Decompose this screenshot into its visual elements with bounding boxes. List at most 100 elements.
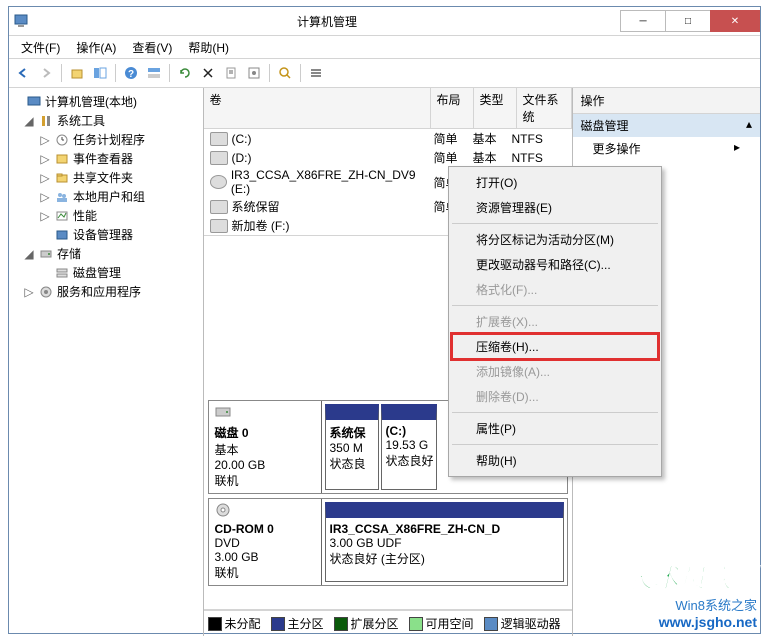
cdrom-size: 3.00 GB bbox=[215, 550, 315, 564]
help-button[interactable]: ? bbox=[121, 63, 141, 83]
tree-eventvwr[interactable]: 事件查看器 bbox=[73, 150, 133, 167]
legend-logical-icon bbox=[484, 617, 498, 631]
tree-devmgr[interactable]: 设备管理器 bbox=[73, 226, 133, 243]
forward-button[interactable] bbox=[36, 63, 56, 83]
users-icon bbox=[54, 189, 70, 205]
refresh-button[interactable] bbox=[175, 63, 195, 83]
menu-action[interactable]: 操作(A) bbox=[68, 37, 124, 58]
tree-root[interactable]: 计算机管理(本地) bbox=[45, 93, 137, 110]
col-volume[interactable]: 卷 bbox=[204, 88, 431, 128]
ctx-help[interactable]: 帮助(H) bbox=[452, 448, 658, 473]
titlebar[interactable]: 计算机管理 ─ □ ✕ bbox=[9, 7, 760, 36]
scan-button[interactable] bbox=[275, 63, 295, 83]
ctx-delvol: 删除卷(D)... bbox=[452, 384, 658, 409]
col-fs[interactable]: 文件系统 bbox=[517, 88, 572, 128]
svg-text:?: ? bbox=[128, 69, 134, 80]
expand-icon[interactable]: ▷ bbox=[39, 209, 51, 223]
disk-icon bbox=[215, 405, 315, 422]
ctx-explorer[interactable]: 资源管理器(E) bbox=[452, 195, 658, 220]
ctx-extend: 扩展卷(X)... bbox=[452, 309, 658, 334]
tools-icon bbox=[38, 113, 54, 129]
ctx-changeletter[interactable]: 更改驱动器号和路径(C)... bbox=[452, 252, 658, 277]
services-icon bbox=[38, 284, 54, 300]
cdrom-status: 联机 bbox=[215, 564, 315, 581]
ctx-props[interactable]: 属性(P) bbox=[452, 416, 658, 441]
col-type[interactable]: 类型 bbox=[474, 88, 517, 128]
volume-row[interactable]: (C:)简单基本NTFS bbox=[204, 129, 572, 148]
view1-button[interactable] bbox=[90, 63, 110, 83]
tree-services[interactable]: 服务和应用程序 bbox=[57, 283, 141, 300]
col-layout[interactable]: 布局 bbox=[431, 88, 474, 128]
up-button[interactable] bbox=[67, 63, 87, 83]
diskmgmt-icon bbox=[54, 265, 70, 281]
volume-row[interactable]: (D:)简单基本NTFS bbox=[204, 148, 572, 167]
back-button[interactable] bbox=[13, 63, 33, 83]
partition-cdrom[interactable]: IR3_CCSA_X86FRE_ZH-CN_D 3.00 GB UDF 状态良好… bbox=[325, 502, 564, 582]
context-menu: 打开(O) 资源管理器(E) 将分区标记为活动分区(M) 更改驱动器号和路径(C… bbox=[448, 166, 662, 477]
disk-type: 基本 bbox=[215, 441, 315, 458]
tree-storage[interactable]: 存储 bbox=[57, 245, 81, 262]
tree-diskmgmt[interactable]: 磁盘管理 bbox=[73, 264, 121, 281]
nav-tree: 计算机管理(本地) ◢ 系统工具 ▷ 任务计划程序 ▷ 事件查看器 ▷ 共享文件夹 ▷ 本… bbox=[9, 88, 204, 636]
expand-icon[interactable]: ◢ bbox=[23, 114, 35, 128]
cdrom-name: CD-ROM 0 bbox=[215, 522, 315, 536]
props-button[interactable] bbox=[221, 63, 241, 83]
perf-icon bbox=[54, 208, 70, 224]
partition-sysreserved[interactable]: 系统保 350 M 状态良 bbox=[325, 404, 379, 490]
menu-view[interactable]: 查看(V) bbox=[124, 37, 180, 58]
disk-status: 联机 bbox=[215, 472, 315, 489]
chevron-right-icon: ▸ bbox=[734, 140, 740, 157]
device-icon bbox=[54, 227, 70, 243]
cdrom-panel: CD-ROM 0 DVD 3.00 GB 联机 IR3_CCSA_X86FRE_… bbox=[208, 498, 568, 586]
legend-unalloc-icon bbox=[208, 617, 222, 631]
legend: 未分配 主分区 扩展分区 可用空间 逻辑驱动器 bbox=[204, 610, 572, 636]
cdrom-type: DVD bbox=[215, 536, 315, 550]
list-button[interactable] bbox=[306, 63, 326, 83]
menubar: 文件(F) 操作(A) 查看(V) 帮助(H) bbox=[9, 36, 760, 59]
partition-c[interactable]: (C:) 19.53 G 状态良好 bbox=[381, 404, 437, 490]
ctx-open[interactable]: 打开(O) bbox=[452, 170, 658, 195]
cdrom-icon bbox=[215, 503, 315, 520]
drive-icon bbox=[210, 132, 228, 146]
minimize-button[interactable]: ─ bbox=[620, 10, 666, 32]
window-title: 计算机管理 bbox=[33, 13, 621, 30]
tree-users[interactable]: 本地用户和组 bbox=[73, 188, 145, 205]
ctx-format: 格式化(F)... bbox=[452, 277, 658, 302]
expand-icon[interactable]: ▷ bbox=[39, 171, 51, 185]
drive-icon bbox=[210, 151, 228, 165]
close-button[interactable]: ✕ bbox=[710, 10, 760, 32]
actions-header: 操作 bbox=[573, 88, 761, 114]
app-icon bbox=[13, 12, 29, 31]
drive-icon bbox=[210, 219, 228, 233]
expand-icon[interactable]: ▷ bbox=[39, 190, 51, 204]
view2-button[interactable] bbox=[144, 63, 164, 83]
clock-icon bbox=[54, 132, 70, 148]
settings-button[interactable] bbox=[244, 63, 264, 83]
tree-systools[interactable]: 系统工具 bbox=[57, 112, 105, 129]
menu-help[interactable]: 帮助(H) bbox=[180, 37, 237, 58]
actions-group[interactable]: 磁盘管理▴ bbox=[573, 114, 761, 137]
maximize-button[interactable]: □ bbox=[665, 10, 711, 32]
expand-icon[interactable]: ◢ bbox=[23, 247, 35, 261]
delete-button[interactable] bbox=[198, 63, 218, 83]
expand-icon[interactable]: ▷ bbox=[23, 285, 35, 299]
disc-icon bbox=[210, 175, 227, 189]
tree-shared[interactable]: 共享文件夹 bbox=[73, 169, 133, 186]
volume-list-header: 卷 布局 类型 文件系统 bbox=[204, 88, 572, 129]
legend-free-icon bbox=[409, 617, 423, 631]
ctx-markactive[interactable]: 将分区标记为活动分区(M) bbox=[452, 227, 658, 252]
disk-name: 磁盘 0 bbox=[215, 424, 315, 441]
drive-icon bbox=[210, 200, 228, 214]
folder-icon bbox=[54, 170, 70, 186]
tree-perf[interactable]: 性能 bbox=[73, 207, 97, 224]
actions-more[interactable]: 更多操作▸ bbox=[573, 137, 761, 160]
ctx-shrink[interactable]: 压缩卷(H)... bbox=[452, 334, 658, 359]
legend-primary-icon bbox=[271, 617, 285, 631]
menu-file[interactable]: 文件(F) bbox=[13, 37, 68, 58]
computer-icon bbox=[26, 94, 42, 110]
expand-icon[interactable]: ▷ bbox=[39, 152, 51, 166]
toolbar: ? bbox=[9, 59, 760, 88]
expand-icon[interactable]: ▷ bbox=[39, 133, 51, 147]
tree-scheduler[interactable]: 任务计划程序 bbox=[73, 131, 145, 148]
event-icon bbox=[54, 151, 70, 167]
